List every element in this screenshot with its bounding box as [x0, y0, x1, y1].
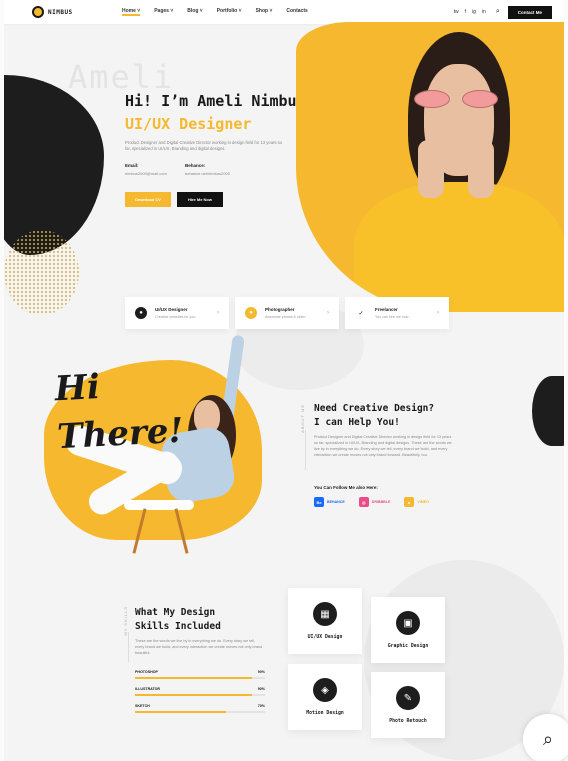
email-value[interactable]: nimbus2000@mail.com [125, 171, 167, 176]
dribbble-link[interactable]: ◎ DRIBBBLE [358, 497, 390, 507]
contact-me-button[interactable]: Contact Me [507, 5, 552, 19]
zoom-search-icon: ⌕ [542, 728, 554, 749]
site-header: NIMBUS Home ˅ Pages ˅ Blog ˅ Portfolio ˅… [4, 0, 564, 24]
vimeo-link[interactable]: ▸ VIMEO [404, 497, 429, 507]
card-photo-retouch[interactable]: ✎ Photo Retouch [371, 672, 445, 738]
nav-contacts[interactable]: Contacts [286, 8, 307, 16]
decorative-dark-blob [532, 376, 564, 446]
skill-fill [135, 711, 226, 713]
search-icon[interactable]: ⌕ [496, 8, 500, 16]
decorative-dark-blob [4, 75, 104, 255]
email-info: Email: nimbus2000@mail.com [125, 163, 167, 176]
hand-shape [418, 140, 444, 198]
layout-icon: ▦ [313, 602, 337, 626]
service-title: UI/UX Designer [155, 307, 188, 312]
behance-icon: Be [314, 497, 324, 507]
skill-illustrator: ILLUSTRATOR 90% [135, 687, 265, 696]
nav-pages[interactable]: Pages ˅ [154, 8, 173, 16]
nav-portfolio[interactable]: Portfolio ˅ [217, 8, 242, 16]
hero-photo [296, 22, 564, 312]
facebook-icon[interactable]: f [465, 9, 466, 15]
card-motion-design[interactable]: ◈ Motion Design [288, 664, 362, 730]
card-label: Graphic Design [387, 644, 429, 649]
card-uiux-design[interactable]: ▦ UI/UX Design [288, 588, 362, 654]
hi-there-lettering: Hi There! [53, 367, 185, 458]
logo[interactable]: NIMBUS [32, 6, 112, 18]
card-label: Photo Retouch [389, 719, 427, 724]
service-subtitle: Awesome photos & video [265, 315, 306, 319]
logo-text: NIMBUS [48, 8, 73, 16]
service-title: Freelancer [375, 307, 398, 312]
service-card-uiux[interactable]: ● UI/UX Designer Creative websites for y… [125, 297, 229, 329]
service-card-freelancer[interactable]: ✓ Freelancer You can hire me now › [345, 297, 449, 329]
divider [128, 632, 129, 662]
hero-watermark: Ameli [68, 58, 175, 96]
email-label: Email: [125, 163, 139, 168]
card-graphic-design[interactable]: ▣ Graphic Design [371, 597, 445, 663]
hire-me-button[interactable]: Hire Me Now [177, 192, 223, 207]
service-icon: ● [245, 307, 257, 319]
chevron-right-icon: › [327, 310, 329, 316]
skill-sketch: SKETCH 70% [135, 704, 265, 713]
main-nav: Home ˅ Pages ˅ Blog ˅ Portfolio ˅ Shop ˅… [122, 8, 308, 16]
about-heading: Need Creative Design? I can Help You! [314, 403, 435, 428]
follow-label: You Can Follow Me also Here: [314, 485, 378, 490]
chevron-right-icon: › [217, 310, 219, 316]
sweater-shape [354, 182, 564, 312]
skill-fill [135, 677, 252, 679]
behance-value[interactable]: behance.net/nimbus2000 [185, 171, 230, 176]
hero-role: UI/UX Designer [125, 115, 252, 133]
dribbble-icon: ◎ [358, 497, 369, 507]
about-text: Product Designer and Digital Creative Di… [314, 435, 452, 457]
check-icon: ✓ [355, 307, 367, 319]
palette-icon: ▣ [396, 611, 420, 635]
page-frame: NIMBUS Home ˅ Pages ˅ Blog ˅ Portfolio ˅… [4, 0, 564, 761]
card-label: Motion Design [306, 711, 344, 716]
behance-label: Behance: [185, 163, 206, 168]
hero-title: Hi! I’m Ameli Nimbus - [125, 92, 324, 110]
pen-icon: ✎ [396, 686, 420, 710]
hand-shape [468, 140, 494, 198]
social-links: tw f ig in [454, 9, 486, 15]
service-subtitle: You can hire me now [375, 315, 409, 319]
card-label: UI/UX Design [307, 635, 343, 640]
sunglasses-shape [414, 90, 498, 108]
vimeo-icon: ▸ [404, 497, 415, 507]
nav-shop[interactable]: Shop ˅ [256, 8, 273, 16]
download-cv-button[interactable]: Download CV [125, 192, 171, 207]
instagram-icon[interactable]: ig [472, 9, 476, 15]
service-subtitle: Creative websites for you [155, 315, 196, 319]
motion-icon: ◈ [313, 678, 337, 702]
nav-blog[interactable]: Blog ˅ [187, 8, 202, 16]
behance-link[interactable]: Be BEHANCE [314, 497, 345, 507]
service-card-photographer[interactable]: ● Photographer Awesome photos & video › [235, 297, 339, 329]
linkedin-icon[interactable]: in [482, 9, 486, 15]
chevron-right-icon: › [437, 310, 439, 316]
skill-fill [135, 694, 252, 696]
skills-heading: What My Design Skills Included [135, 607, 221, 632]
service-icon: ● [135, 307, 147, 319]
logo-mark-icon [32, 6, 44, 18]
chair-seat-shape [124, 500, 194, 510]
skills-text: These are the words we live by in everyt… [135, 639, 263, 655]
follow-links: Be BEHANCE ◎ DRIBBBLE ▸ VIMEO [314, 497, 429, 507]
divider [305, 430, 306, 470]
decorative-dots [4, 230, 79, 315]
skill-photoshop: PHOTOSHOP 90% [135, 670, 265, 679]
nav-home[interactable]: Home ˅ [122, 8, 141, 16]
twitter-icon[interactable]: tw [454, 9, 459, 15]
service-title: Photographer [265, 307, 295, 312]
about-vertical-label: ABOUT ME [300, 404, 305, 433]
behance-info: Behance: behance.net/nimbus2000 [185, 163, 230, 176]
zoom-lens-button[interactable]: ⌕ [523, 714, 568, 761]
hero-description: Product Designer and Digital Creative Di… [125, 140, 283, 151]
